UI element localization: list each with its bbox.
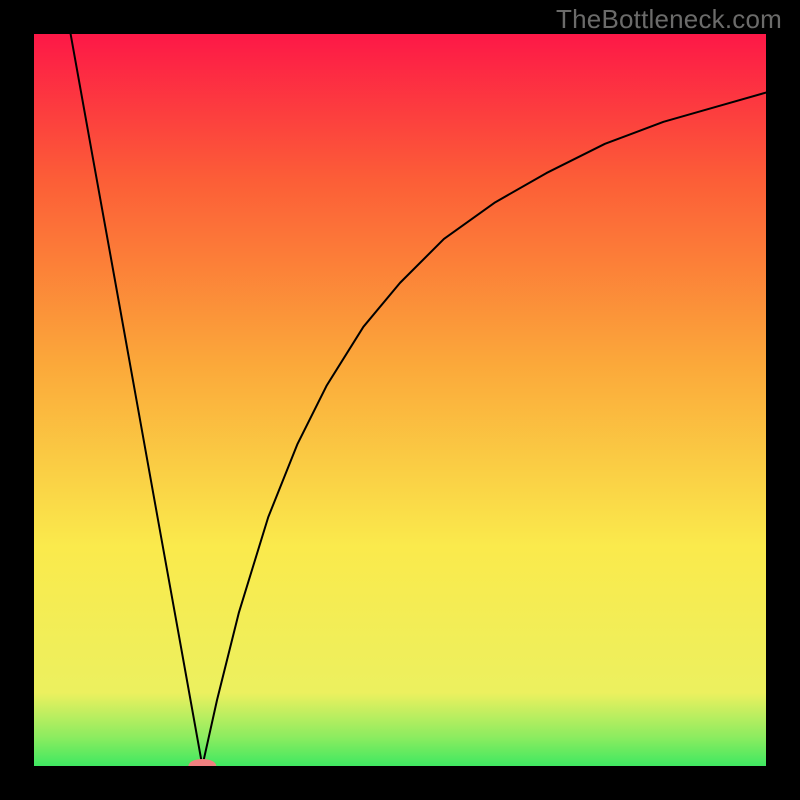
bottleneck-chart: [34, 34, 766, 766]
gradient-background: [34, 34, 766, 766]
chart-frame: TheBottleneck.com: [0, 0, 800, 800]
watermark-text: TheBottleneck.com: [556, 4, 782, 35]
